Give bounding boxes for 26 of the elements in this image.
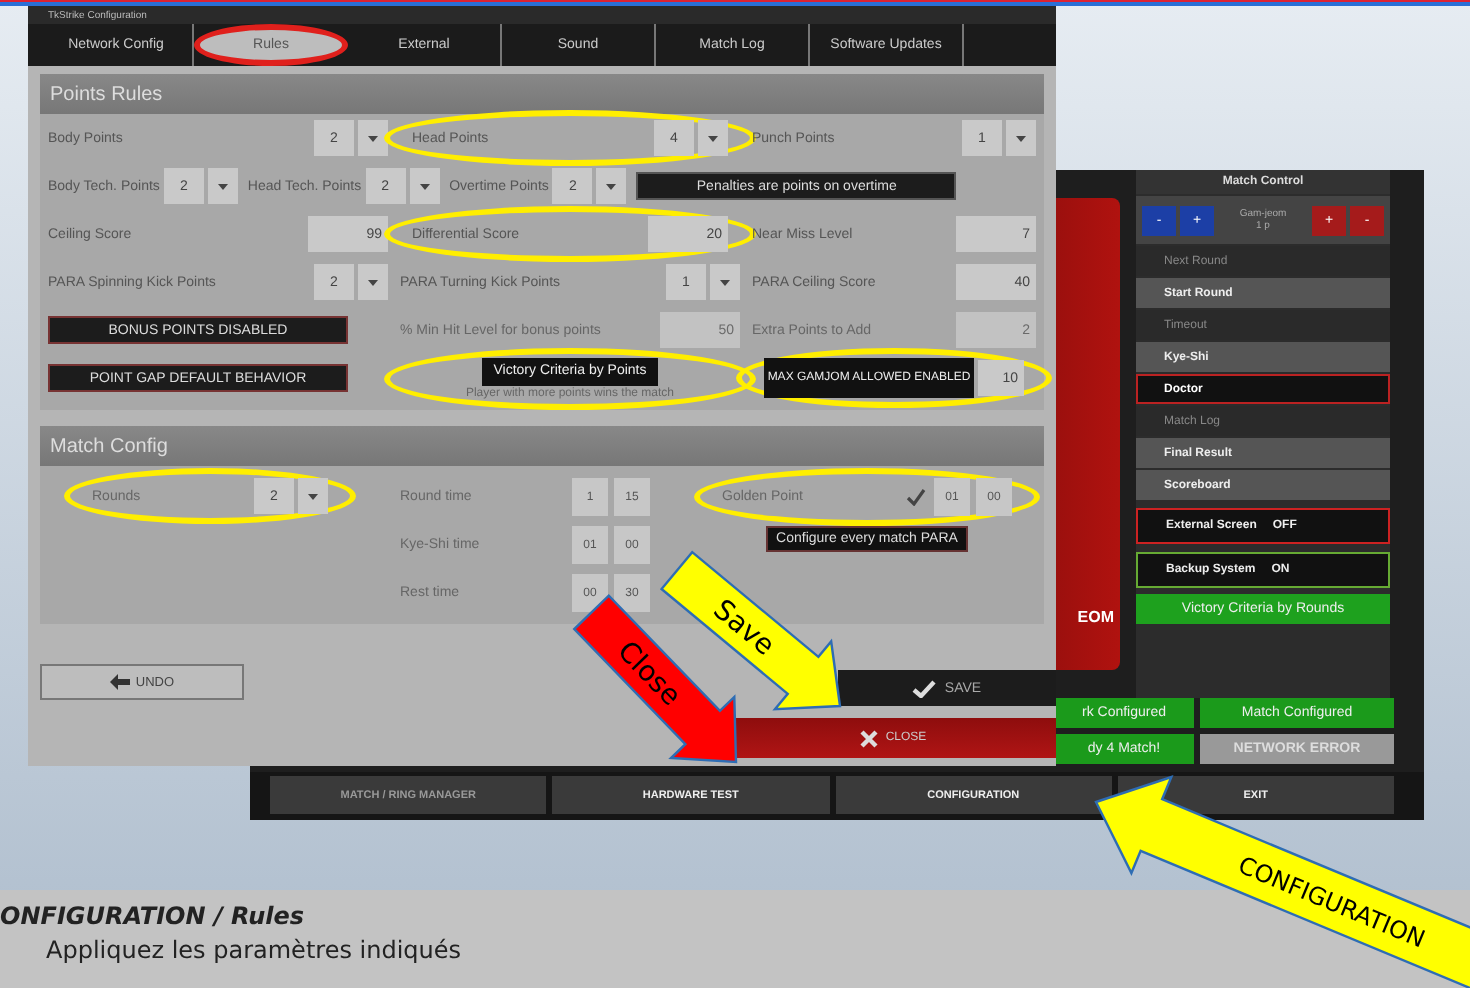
caret-icon (308, 493, 318, 499)
dropdown-button[interactable] (710, 264, 740, 300)
caret-icon (606, 183, 617, 189)
dropdown-button[interactable] (207, 168, 238, 204)
check-icon (906, 488, 926, 506)
dropdown-button[interactable] (596, 168, 627, 204)
dropdown-button[interactable] (358, 120, 388, 156)
close-icon (859, 729, 878, 747)
section-title: Points Rules (50, 83, 163, 105)
dropdown-button[interactable] (409, 168, 440, 204)
score-text: EOM (1077, 608, 1114, 626)
back-arrow-icon (109, 674, 130, 690)
dropdown-button[interactable] (298, 478, 328, 514)
checkbox[interactable] (904, 485, 928, 509)
caret-icon (419, 183, 430, 189)
caret-icon (720, 279, 730, 285)
dropdown-button[interactable] (698, 120, 728, 156)
caret-icon (1016, 135, 1026, 141)
dropdown-button[interactable] (358, 264, 388, 300)
dropdown-button[interactable] (1006, 120, 1036, 156)
caret-icon (708, 135, 718, 141)
section-title: Match Config (50, 435, 168, 457)
caret-icon (217, 183, 228, 189)
caret-icon (368, 279, 378, 285)
check-icon (912, 679, 937, 697)
caret-icon (368, 135, 378, 141)
